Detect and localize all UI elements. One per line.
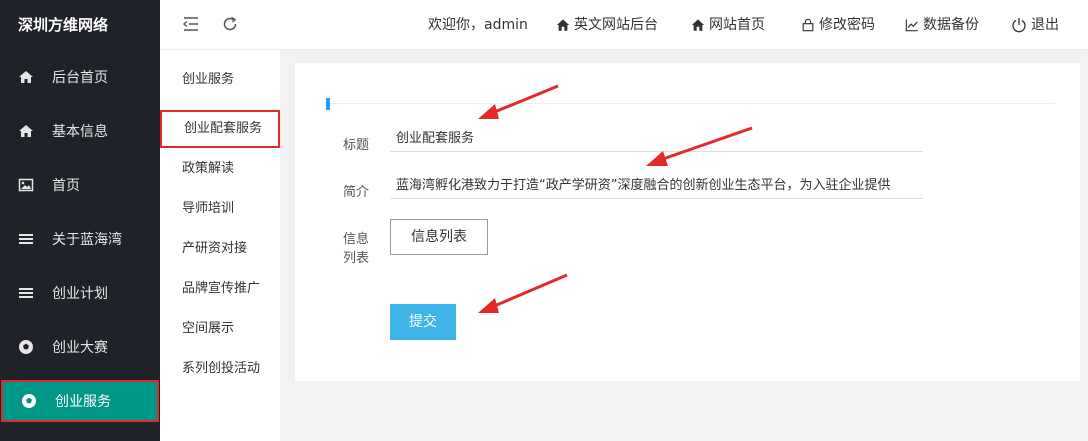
subnav-item-brand[interactable]: 品牌宣传推广 [160, 269, 280, 309]
welcome-text: 欢迎你，admin [428, 17, 528, 33]
change-password-link[interactable]: 修改密码 [801, 0, 875, 50]
intro-label: 简介 [343, 185, 370, 200]
subnav-item-events[interactable]: 系列创投活动 [160, 349, 280, 389]
home-icon [556, 19, 570, 31]
subnav-item-industry[interactable]: 产研资对接 [160, 229, 280, 269]
section-marker [326, 98, 330, 110]
data-backup-link[interactable]: 数据备份 [905, 0, 979, 50]
sidebar-item-label: 创业计划 [52, 286, 108, 302]
site-home-link[interactable]: 网站首页 [691, 0, 765, 50]
list-label-line1: 信息 [343, 232, 370, 247]
divider [327, 103, 1055, 104]
sidebar-item-label: 关于蓝海湾 [52, 232, 122, 248]
sidebar-item-dashboard[interactable]: 后台首页 [0, 50, 160, 104]
sidebar-item-label: 创业大赛 [52, 340, 108, 356]
home-icon [18, 69, 34, 85]
top-bar: 欢迎你，admin 英文网站后台 网站首页 修改密码 数据备份 退出 [160, 0, 1088, 50]
lock-icon [802, 18, 814, 32]
sidebar-item-home[interactable]: 首页 [0, 158, 160, 212]
sidebar-item-plan[interactable]: 创业计划 [0, 266, 160, 320]
menu-icon [18, 231, 34, 247]
english-admin-link[interactable]: 英文网站后台 [556, 0, 658, 50]
title-input[interactable]: 创业配套服务 [390, 128, 923, 152]
sidebar-item-label: 后台首页 [52, 70, 108, 86]
submit-button[interactable]: 提交 [390, 304, 456, 340]
intro-input[interactable]: 蓝海湾孵化港致力于打造“政产学研资”深度融合的创新创业生态平台，为入驻企业提供 [390, 175, 923, 199]
sidebar-item-service[interactable]: 创业服务 [1, 380, 159, 422]
title-label: 标题 [343, 138, 370, 153]
brand-title: 深圳方维网络 [18, 16, 109, 34]
sub-navigation: 创业服务 创业配套服务 政策解读 导师培训 产研资对接 品牌宣传推广 空间展示 … [160, 50, 280, 441]
subnav-item-space[interactable]: 空间展示 [160, 309, 280, 349]
sidebar: 深圳方维网络 后台首页 基本信息 首页 关于蓝海湾 创业计划 创业大赛 创业服务 [0, 0, 160, 441]
list-label-line2: 列表 [343, 251, 370, 266]
sidebar-item-label: 首页 [52, 178, 80, 194]
home-icon [18, 123, 34, 139]
chart-icon [905, 19, 918, 32]
sidebar-item-contest[interactable]: 创业大赛 [0, 320, 160, 374]
soccer-icon [18, 339, 34, 355]
sidebar-item-about[interactable]: 关于蓝海湾 [0, 212, 160, 266]
logout-link[interactable]: 退出 [1011, 0, 1059, 50]
refresh-icon[interactable] [221, 15, 239, 33]
soccer-icon [21, 393, 37, 409]
home-icon [691, 19, 705, 31]
subnav-item-mentor[interactable]: 导师培训 [160, 189, 280, 229]
sidebar-item-label: 基本信息 [52, 124, 108, 140]
subnav-item-policy[interactable]: 政策解读 [160, 149, 280, 189]
form-panel: 标题 创业配套服务 简介 蓝海湾孵化港致力于打造“政产学研资”深度融合的创新创业… [295, 63, 1080, 381]
menu-icon [18, 285, 34, 301]
power-icon [1012, 18, 1026, 33]
subnav-item-supporting-service[interactable]: 创业配套服务 [160, 110, 280, 148]
sidebar-item-basic-info[interactable]: 基本信息 [0, 104, 160, 158]
sidebar-item-label: 创业服务 [55, 394, 111, 410]
collapse-menu-icon[interactable] [182, 15, 200, 33]
subnav-item-service[interactable]: 创业服务 [160, 60, 280, 100]
info-list-button[interactable]: 信息列表 [390, 219, 488, 255]
image-icon [18, 177, 34, 193]
